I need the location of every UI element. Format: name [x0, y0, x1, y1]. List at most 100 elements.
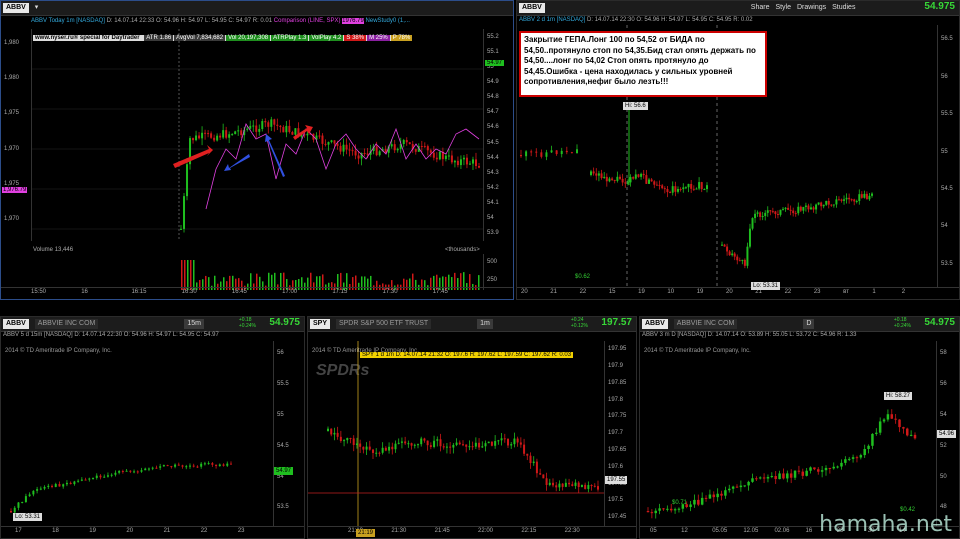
- ohlc-range: R: 0.02: [733, 17, 753, 23]
- candle-body: [804, 205, 807, 207]
- symbol-field[interactable]: ABBV: [3, 3, 29, 13]
- price-plot[interactable]: [308, 341, 604, 527]
- candle-body: [375, 146, 378, 156]
- candle-body: [372, 449, 374, 453]
- candle-body: [345, 144, 348, 150]
- time-tick-label: 2: [901, 289, 906, 295]
- candle-body: [84, 479, 87, 481]
- candle-body: [690, 183, 693, 189]
- candle-body: [654, 510, 657, 514]
- time-tick-label: 23: [813, 289, 821, 295]
- style-button[interactable]: Style: [775, 1, 791, 15]
- symbol-field[interactable]: ABBV: [519, 3, 545, 13]
- candle-body: [21, 502, 24, 504]
- candle-body: [255, 125, 258, 132]
- price-plot[interactable]: [31, 29, 483, 241]
- comparison-flag: 1,976.79: [2, 187, 28, 193]
- candle-body: [225, 130, 228, 138]
- axis-tick-label: 54.5: [941, 185, 953, 192]
- candle-body: [177, 464, 180, 466]
- candle-body: [706, 185, 708, 190]
- symbol-field[interactable]: ABBV: [3, 319, 29, 329]
- candle-body: [570, 152, 573, 154]
- drawings-button[interactable]: Drawings: [797, 1, 826, 15]
- candle-body: [720, 493, 723, 496]
- chart-panel-abbv-5d[interactable]: ABBV ABBVIE INC COM 15m 54.975 +0.18 +0.…: [0, 316, 305, 539]
- candle-body: [746, 246, 749, 266]
- ohlc-date: D: 14.07.14 22:30: [587, 17, 635, 23]
- candle-body: [621, 178, 624, 183]
- candle-body: [186, 164, 189, 197]
- candle-body: [237, 130, 240, 132]
- candle-body: [497, 440, 500, 442]
- candle-body: [756, 212, 759, 214]
- candle-body: [574, 482, 577, 486]
- candle-body: [619, 176, 621, 179]
- candle-body: [159, 466, 162, 468]
- candle-body: [671, 186, 674, 193]
- axis-tick-label: 54.8: [487, 94, 499, 101]
- timeframe-button[interactable]: 1m: [477, 319, 493, 329]
- candle-body: [689, 504, 692, 508]
- candle-body: [754, 213, 757, 219]
- candle-body: [565, 150, 568, 153]
- chart-panel-spy-1d[interactable]: SPY SPDR S&P 500 ETF TRUST 1m 197.57 +0.…: [307, 316, 637, 539]
- candle-body: [666, 508, 669, 510]
- studies-button[interactable]: Studies: [832, 1, 855, 15]
- candle-body: [69, 482, 72, 485]
- candle-body: [728, 251, 731, 256]
- share-button[interactable]: Share: [751, 1, 770, 15]
- candle-body: [736, 256, 739, 261]
- candle-body: [99, 475, 102, 478]
- chart-panel-abbv-3m[interactable]: ABBV ABBVIE INC COM D 54.975 +0.18 +0.24…: [639, 316, 960, 539]
- style-button[interactable]: ▾: [35, 1, 39, 15]
- time-tick-label: 22: [784, 289, 792, 295]
- symbol-field[interactable]: ABBV: [642, 319, 668, 329]
- candle-body: [844, 459, 847, 463]
- candle-body: [80, 479, 83, 481]
- candle-body: [43, 486, 46, 489]
- timeframe-button[interactable]: 15m: [184, 319, 204, 329]
- candle-body: [396, 148, 399, 151]
- ohlc-high: H: 54.97: [661, 17, 684, 23]
- timeframe-button[interactable]: D: [803, 319, 815, 329]
- candle-body: [539, 473, 542, 475]
- candle-body: [478, 166, 480, 168]
- candle-body: [327, 142, 330, 145]
- candle-body: [693, 499, 696, 505]
- ohlc-low: L: 54.95: [205, 18, 227, 24]
- candle-body: [231, 134, 234, 136]
- chart-toolbar: ABBV ABBVIE INC COM 15m: [1, 317, 304, 332]
- volume-plot[interactable]: [31, 254, 483, 290]
- candle-body: [642, 173, 645, 176]
- candle-body: [192, 465, 195, 467]
- volume-bar: [181, 260, 183, 290]
- candle-body: [378, 452, 381, 454]
- candle-body: [180, 228, 182, 230]
- candle-body: [766, 476, 770, 479]
- axis-tick-label: 197.6: [608, 463, 624, 470]
- candle-body: [195, 135, 198, 141]
- candle-body: [762, 477, 766, 479]
- candle-body: [494, 441, 497, 446]
- candle-body: [291, 131, 294, 135]
- time-tick-label: 16:45: [231, 289, 247, 295]
- candle-body: [368, 446, 371, 450]
- time-tick-label: 17:15: [332, 289, 348, 295]
- axis-tick-label: 54.1: [487, 200, 499, 207]
- candle-body: [805, 470, 808, 476]
- net-change: +0.18 +0.24%: [893, 317, 911, 329]
- candle-body: [222, 130, 225, 138]
- chart-toolbar: ABBV Share Style Drawings Studies: [517, 1, 959, 16]
- chart-panel-abbv-today[interactable]: ABBV ▾ ABBV Today 1m [NASDAQ] D: 14.07.1…: [0, 0, 514, 300]
- right-axis: 197.95 197.9 197.85 197.8 197.75 197.7 197.65 1…: [604, 341, 627, 526]
- candle-body: [658, 184, 661, 186]
- candle-body: [442, 446, 445, 448]
- candle-body: [771, 211, 774, 213]
- candle-body: [429, 150, 432, 153]
- symbol-field[interactable]: SPY: [310, 319, 331, 329]
- time-tick-label: 21: [550, 289, 557, 295]
- ohlc-open: O: 54.96: [636, 17, 660, 23]
- price-plot[interactable]: [1, 341, 273, 527]
- candle-body: [279, 125, 282, 128]
